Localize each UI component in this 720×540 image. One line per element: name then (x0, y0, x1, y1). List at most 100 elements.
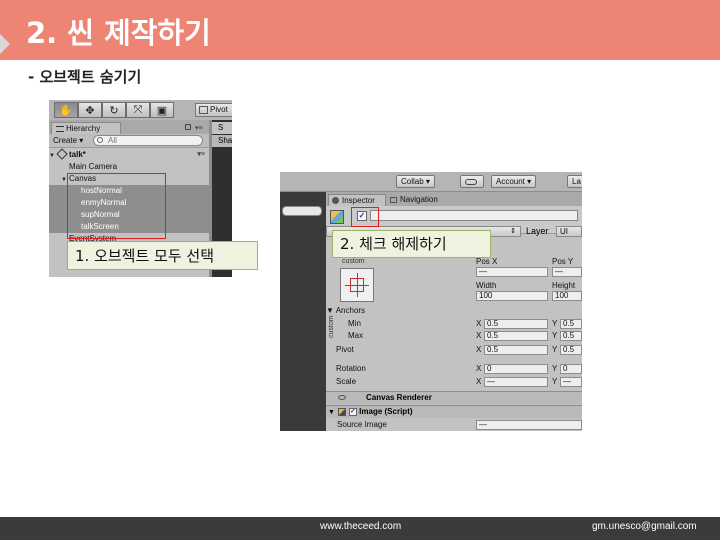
scale-tool-button[interactable]: ⤧ (126, 102, 150, 118)
expand-arrow-icon[interactable]: ▼ (328, 409, 335, 416)
height-field[interactable]: 100 (552, 291, 582, 301)
hand-tool-button[interactable]: ✋ (54, 102, 78, 118)
layout-button[interactable]: La (567, 175, 582, 188)
tab-navigation[interactable]: Navigation (390, 194, 438, 206)
source-image-field[interactable]: — (476, 420, 582, 430)
pivot-toggle-button[interactable]: Pivot (195, 103, 232, 117)
pos-x-label: Pos X (476, 257, 498, 266)
list-item[interactable]: Main Camera (49, 161, 209, 173)
source-image-label: Source Image (337, 420, 387, 429)
min-y-field[interactable]: 0.5 (560, 319, 582, 329)
tab-inspector[interactable]: Inspector (328, 194, 386, 206)
scene-name: talk* (69, 150, 86, 159)
rotation-x-field[interactable]: 0 (484, 364, 548, 374)
min-label: Min (348, 319, 361, 328)
rotation-y-field[interactable]: 0 (560, 364, 582, 374)
slide-subtitle: - 오브젝트 숨기기 (28, 68, 142, 86)
scale-y-axis-label: Y (552, 377, 558, 386)
max-y-axis-label: Y (552, 331, 558, 340)
footer-email[interactable]: gm.unesco@gmail.com (592, 521, 697, 532)
object-name-field[interactable] (370, 210, 578, 221)
scale-icon: ⤧ (133, 103, 143, 116)
move-tool-button[interactable]: ✥ (78, 102, 102, 118)
tab-scene[interactable]: S (212, 122, 232, 134)
rotate-icon: ↻ (109, 104, 119, 117)
max-x-axis-label: X (476, 331, 482, 340)
pivot-x-field[interactable]: 0.5 (484, 345, 548, 355)
anchor-preset-side-label: custom (328, 315, 335, 338)
min-x-axis-label: X (476, 319, 482, 328)
search-icon (97, 137, 103, 143)
scene-search-field[interactable] (282, 206, 322, 216)
image-enabled-checkbox[interactable]: ✓ (348, 407, 357, 416)
scale-y-field[interactable]: — (560, 377, 582, 387)
pivot-label: Pivot (210, 105, 228, 114)
pivot-x-axis-label: X (476, 345, 482, 354)
title-notch-decoration (0, 34, 10, 54)
max-x-field[interactable]: 0.5 (484, 331, 548, 341)
image-script-component[interactable]: ▼ ✓ Image (Script) (326, 405, 582, 418)
rotation-label: Rotation (336, 364, 366, 373)
rotation-x-axis-label: X (476, 364, 482, 373)
unity-scene-icon (56, 148, 68, 160)
anchors-foldout[interactable]: ▼ Anchors (326, 306, 365, 315)
min-x-field[interactable]: 0.5 (484, 319, 548, 329)
selection-highlight-box (67, 173, 166, 239)
anchors-label: Anchors (335, 306, 366, 315)
list-item-label: Main Camera (69, 162, 118, 171)
rect-tool-button[interactable]: ▣ (150, 102, 174, 118)
shading-mode-dropdown[interactable]: Sha (212, 135, 232, 147)
account-button[interactable]: Account ▾ (491, 175, 537, 188)
pos-y-label: Pos Y (552, 257, 574, 266)
collab-button[interactable]: Collab ▾ (396, 175, 435, 188)
footer-website[interactable]: www.theceed.com (320, 521, 401, 532)
max-y-field[interactable]: 0.5 (560, 331, 582, 341)
step2-callout: 2. 체크 해제하기 (332, 230, 491, 258)
width-label: Width (476, 281, 497, 290)
anchor-preset-button[interactable] (340, 268, 374, 302)
tab-hierarchy-label: Hierarchy (66, 124, 101, 133)
pivot-label: Pivot (336, 345, 354, 354)
pivot-icon (199, 106, 208, 114)
tab-navigation-label: Navigation (400, 195, 438, 204)
scale-x-axis-label: X (476, 377, 482, 386)
cloud-button[interactable] (460, 175, 484, 188)
navigation-icon (390, 197, 397, 203)
editor-toolbar: Collab ▾ Account ▾ La (280, 172, 582, 192)
gameobject-cube-icon (330, 210, 344, 224)
tab-inspector-label: Inspector (342, 196, 375, 205)
scene-view-dark (280, 192, 326, 431)
anchor-preset-label: custom (342, 258, 365, 265)
width-field[interactable]: 100 (476, 291, 548, 301)
tab-hierarchy[interactable]: Hierarchy (51, 122, 121, 134)
tab-menu-icon[interactable]: ▾≡ (195, 124, 203, 132)
layer-dropdown[interactable]: UI (556, 226, 582, 237)
max-label: Max (348, 331, 364, 340)
step1-callout: 1. 오브젝트 모두 선택 (67, 241, 258, 270)
scale-label: Scale (336, 377, 357, 386)
search-placeholder: All (108, 136, 117, 145)
scene-row[interactable]: ▼ talk* ▾≡ (49, 148, 209, 161)
pos-y-field[interactable]: — (552, 267, 582, 277)
hierarchy-search-input[interactable]: All (93, 135, 203, 146)
pivot-y-axis-label: Y (552, 345, 558, 354)
rect-tool-icon: ▣ (156, 104, 168, 117)
image-script-label: Image (Script) (359, 407, 413, 416)
component-settings-icon (338, 395, 346, 401)
transform-toolbar: ✋ ✥ ↻ ⤧ ▣ Pivot (49, 100, 232, 120)
scale-x-field[interactable]: — (484, 377, 548, 387)
pos-x-field[interactable]: — (476, 267, 548, 277)
canvas-renderer-component[interactable]: Canvas Renderer (326, 391, 582, 404)
canvas-renderer-label: Canvas Renderer (366, 393, 432, 402)
lock-icon[interactable] (185, 124, 191, 130)
inspector-screenshot: Collab ▾ Account ▾ La Inspector Navigati… (280, 172, 582, 431)
move-icon: ✥ (85, 104, 95, 117)
scene-menu-icon[interactable]: ▾≡ (197, 149, 205, 161)
footer-bar: www.theceed.com gm.unesco@gmail.com (0, 517, 720, 540)
cloud-icon (465, 178, 477, 185)
rotate-tool-button[interactable]: ↻ (102, 102, 126, 118)
rotation-y-axis-label: Y (552, 364, 558, 373)
slide-title: 2. 씬 제작하기 (26, 16, 211, 50)
create-button[interactable]: Create ▾ (53, 136, 83, 146)
pivot-y-field[interactable]: 0.5 (560, 345, 582, 355)
